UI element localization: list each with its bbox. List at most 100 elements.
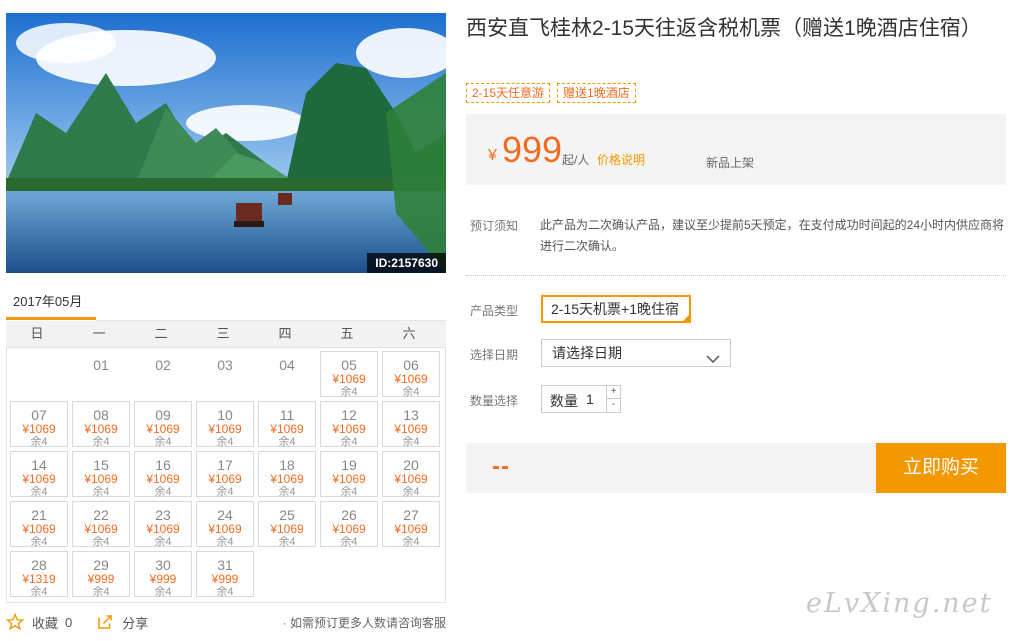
calendar-day-stock: 余4 bbox=[216, 586, 234, 598]
price-explain-link[interactable]: 价格说明 bbox=[597, 151, 645, 168]
calendar-day[interactable]: 23 ¥1069 余4 bbox=[134, 501, 192, 548]
calendar-day[interactable]: 09 ¥1069 余4 bbox=[134, 401, 192, 448]
calendar-day[interactable]: 08 ¥1069 余4 bbox=[72, 401, 130, 448]
calendar-day[interactable]: 22 ¥1069 余4 bbox=[72, 501, 130, 548]
buy-now-button[interactable]: 立即购买 bbox=[876, 443, 1006, 493]
calendar-day-price: ¥1069 bbox=[270, 422, 304, 436]
quantity-input[interactable]: 1 bbox=[586, 391, 594, 407]
group-booking-note: · 如需预订更多人数请咨询客服 bbox=[282, 615, 446, 630]
product-status: 新品上架 bbox=[706, 156, 755, 170]
calendar-day-price: ¥1069 bbox=[146, 522, 180, 536]
calendar-day[interactable]: 17 ¥1069 余4 bbox=[196, 451, 254, 498]
product-type-value: 2-15天机票+1晚住宿 bbox=[551, 301, 679, 317]
weekday-label: 四 bbox=[278, 326, 292, 341]
calendar-day[interactable]: 18 ¥1069 余4 bbox=[258, 451, 316, 498]
calendar-day-number: 08 bbox=[93, 407, 109, 423]
calendar-day-stock: 余4 bbox=[154, 486, 172, 498]
calendar-day-number: 17 bbox=[217, 457, 233, 473]
calendar-day-price: ¥999 bbox=[87, 572, 115, 586]
calendar-day-number: 10 bbox=[217, 407, 233, 423]
calendar-day[interactable]: 12 ¥1069 余4 bbox=[320, 401, 378, 448]
calendar-day-price: ¥1069 bbox=[332, 372, 366, 386]
calendar-day[interactable]: 26 ¥1069 余4 bbox=[320, 501, 378, 548]
calendar-day[interactable]: 20 ¥1069 余4 bbox=[382, 451, 440, 498]
calendar-day[interactable]: 10 ¥1069 余4 bbox=[196, 401, 254, 448]
calendar-day[interactable]: 13 ¥1069 余4 bbox=[382, 401, 440, 448]
currency-symbol: ¥ bbox=[488, 147, 497, 164]
quantity-minus-button[interactable]: - bbox=[606, 399, 620, 412]
calendar-grid: 01 02 03 04 05 ¥1069 余4 06 ¥1069 余4 07 ¥1069 余4 08 ¥10… bbox=[6, 347, 446, 603]
calendar-day: 02 bbox=[134, 351, 192, 397]
share-label: 分享 bbox=[122, 615, 149, 631]
quantity-label: 数量选择 bbox=[470, 394, 519, 408]
calendar-day-stock: 余4 bbox=[30, 486, 48, 498]
calendar-day[interactable]: 11 ¥1069 余4 bbox=[258, 401, 316, 448]
calendar-day-stock: 余4 bbox=[92, 586, 110, 598]
quantity-plus-button[interactable]: + bbox=[606, 386, 620, 399]
favorite-label: 收藏 bbox=[32, 615, 59, 631]
calendar-day[interactable]: 27 ¥1069 余4 bbox=[382, 501, 440, 548]
product-tag: 2-15天任意游 bbox=[466, 83, 551, 103]
calendar-day[interactable]: 24 ¥1069 余4 bbox=[196, 501, 254, 548]
calendar-day[interactable]: 15 ¥1069 余4 bbox=[72, 451, 130, 498]
calendar-day[interactable]: 16 ¥1069 余4 bbox=[134, 451, 192, 498]
calendar-day-price: ¥1069 bbox=[22, 522, 56, 536]
calendar-day[interactable]: 31 ¥999 余4 bbox=[196, 551, 254, 598]
calendar-day-price: ¥1069 bbox=[332, 472, 366, 486]
calendar-day[interactable]: 21 ¥1069 余4 bbox=[10, 501, 68, 548]
calendar-day-number: 20 bbox=[403, 457, 419, 473]
calendar-day[interactable]: 29 ¥999 余4 bbox=[72, 551, 130, 598]
calendar-day-price: ¥1069 bbox=[84, 522, 118, 536]
calendar-day-number: 16 bbox=[155, 457, 171, 473]
share-button[interactable]: 分享 bbox=[96, 613, 148, 632]
product-type-option[interactable]: 2-15天机票+1晚住宿 bbox=[541, 295, 691, 323]
watermark: eLvXing.net bbox=[806, 588, 993, 619]
calendar-day-number: 31 bbox=[217, 557, 233, 573]
calendar-day-price: ¥1069 bbox=[394, 522, 428, 536]
calendar-day-number: 27 bbox=[403, 507, 419, 523]
section-divider bbox=[466, 275, 1006, 276]
weekday-label: 五 bbox=[340, 326, 354, 341]
calendar-day-stock: 余4 bbox=[30, 586, 48, 598]
calendar-day-number: 12 bbox=[341, 407, 357, 423]
calendar-day: 03 bbox=[196, 351, 254, 397]
calendar-day-price: ¥1069 bbox=[84, 422, 118, 436]
calendar-day-number: 01 bbox=[93, 357, 109, 373]
calendar-day-stock: 余4 bbox=[278, 536, 296, 548]
weekday-label: 二 bbox=[154, 326, 168, 341]
calendar-day[interactable]: 25 ¥1069 余4 bbox=[258, 501, 316, 548]
calendar-day-number: 29 bbox=[93, 557, 109, 573]
calendar-day[interactable]: 30 ¥999 余4 bbox=[134, 551, 192, 598]
date-select[interactable]: 请选择日期 bbox=[541, 339, 731, 367]
calendar-day-price: ¥1069 bbox=[22, 422, 56, 436]
calendar-day-number: 28 bbox=[31, 557, 47, 573]
calendar-day-stock: 余4 bbox=[216, 486, 234, 498]
calendar-day-price: ¥999 bbox=[149, 572, 177, 586]
calendar-day-price: ¥1319 bbox=[22, 572, 56, 586]
calendar-day-number: 13 bbox=[403, 407, 419, 423]
calendar-weekday-header: 日 一 二 三 四 五 六 bbox=[6, 321, 446, 347]
price-unit: 起/人 bbox=[562, 153, 590, 167]
price-panel: ¥ 999 起/人 价格说明 新品上架 bbox=[466, 114, 1006, 185]
calendar-day-stock: 余4 bbox=[92, 436, 110, 448]
calendar-day-number: 22 bbox=[93, 507, 109, 523]
calendar-day-stock: 余4 bbox=[278, 436, 296, 448]
calendar-month-tab[interactable]: 2017年05月 bbox=[6, 290, 96, 320]
calendar-day[interactable]: 28 ¥1319 余4 bbox=[10, 551, 68, 598]
product-type-label: 产品类型 bbox=[470, 304, 519, 318]
favorite-button[interactable]: 收藏 0 bbox=[5, 612, 72, 632]
calendar-day-number: 07 bbox=[31, 407, 47, 423]
calendar-day[interactable]: 07 ¥1069 余4 bbox=[10, 401, 68, 448]
calendar-day-price: ¥1069 bbox=[270, 522, 304, 536]
calendar-day-stock: 余4 bbox=[216, 436, 234, 448]
calendar-day[interactable]: 14 ¥1069 余4 bbox=[10, 451, 68, 498]
calendar-day-number: 05 bbox=[341, 357, 357, 373]
calendar-day-number: 02 bbox=[155, 357, 171, 373]
calendar-day[interactable]: 19 ¥1069 余4 bbox=[320, 451, 378, 498]
calendar-day[interactable]: 06 ¥1069 余4 bbox=[382, 351, 440, 398]
calendar-day-price: ¥1069 bbox=[332, 422, 366, 436]
calendar-day-price: ¥1069 bbox=[208, 522, 242, 536]
calendar-day[interactable]: 05 ¥1069 余4 bbox=[320, 351, 378, 398]
share-icon bbox=[96, 613, 116, 631]
calendar-day-price: ¥1069 bbox=[208, 422, 242, 436]
